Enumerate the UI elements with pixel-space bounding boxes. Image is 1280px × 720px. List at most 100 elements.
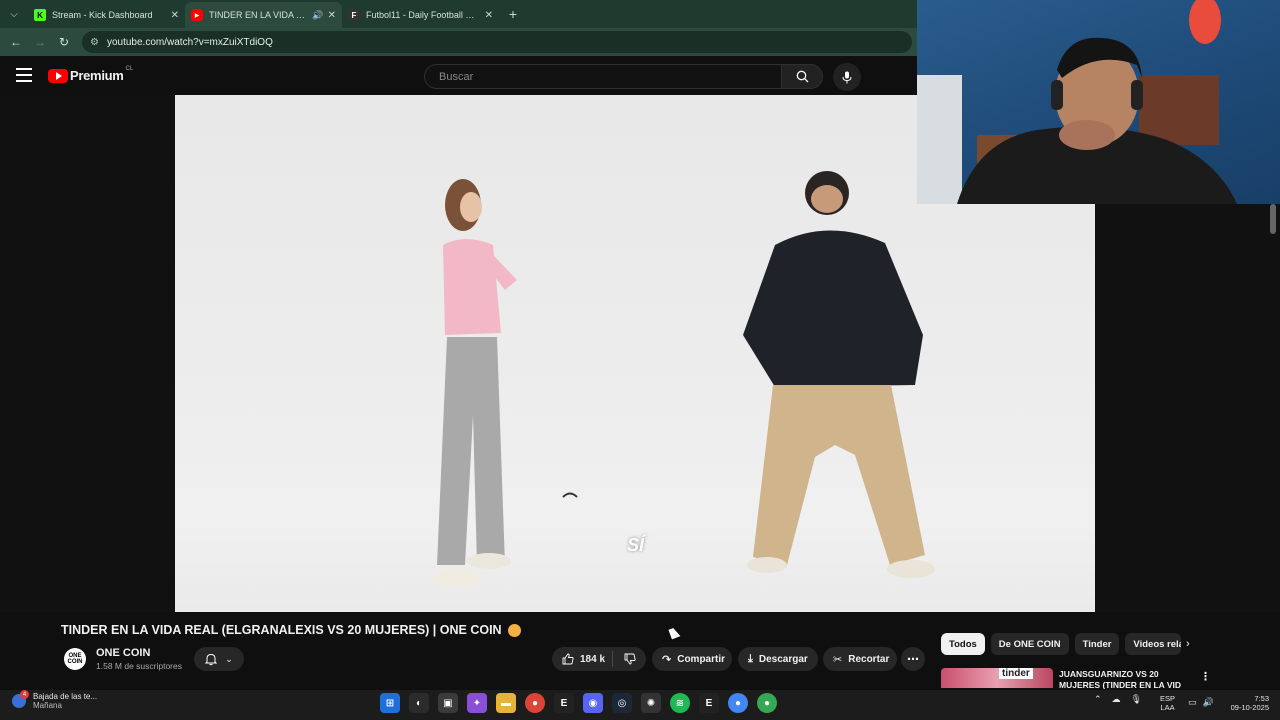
copilot-app-icon[interactable]: ✦ — [467, 693, 487, 713]
tab-kick[interactable]: K Stream - Kick Dashboard ✕ — [28, 2, 185, 28]
related-video-thumbnail[interactable]: tinder — [941, 668, 1053, 688]
channel-name[interactable]: ONE COIN — [96, 647, 150, 659]
subscription-bell-button[interactable]: ⌄ — [194, 647, 244, 671]
system-tray: ⌃ ☁ 🎙 — [1094, 694, 1142, 705]
more-actions-button[interactable]: ⋯ — [901, 647, 925, 671]
subscriber-count: 1.58 M de suscriptores — [96, 661, 182, 671]
url-bar[interactable]: ⚙ youtube.com/watch?v=mxZuiXTdiOQ — [82, 31, 912, 53]
new-tab-button[interactable]: + — [499, 6, 527, 22]
like-button[interactable]: 184 k — [552, 653, 612, 665]
coin-emoji-icon — [507, 623, 521, 637]
microphone-tray-icon[interactable]: 🎙 — [1131, 694, 1142, 705]
task-view-icon[interactable]: ▣ — [438, 693, 458, 713]
youtube-logo[interactable]: Premium CL — [48, 66, 133, 83]
webcam-overlay — [917, 0, 1280, 204]
tab-title: Futbol11 - Daily Football Game — [366, 10, 481, 20]
bell-icon — [205, 653, 218, 665]
volume-icon: 🔊 — [1202, 697, 1214, 707]
voice-search-button[interactable] — [833, 63, 861, 91]
tab-search-icon[interactable]: ⌵ — [0, 0, 28, 28]
file-explorer-icon[interactable]: ▬ — [496, 693, 516, 713]
video-title: TINDER EN LA VIDA REAL (ELGRANALEXIS VS … — [61, 623, 521, 637]
page-scrollbar[interactable] — [1270, 204, 1276, 234]
close-tab-icon[interactable]: ✕ — [485, 10, 493, 21]
share-icon: ↷ — [662, 653, 672, 666]
epic-launcher-icon[interactable]: E — [699, 693, 719, 713]
brand-label: Premium — [70, 68, 124, 83]
futbol11-favicon-icon: F — [348, 9, 360, 21]
thumbs-down-icon — [624, 653, 636, 665]
tab-title: TINDER EN LA VIDA REAL (E — [209, 10, 310, 20]
site-info-icon[interactable]: ⚙ — [90, 37, 99, 48]
clock[interactable]: 7:53 09-10-2025 — [1225, 694, 1269, 712]
dislike-button[interactable] — [613, 653, 646, 665]
chip-label: Todos — [949, 638, 977, 650]
chevron-right-icon[interactable]: › — [1186, 638, 1190, 650]
channel-avatar[interactable]: ONE COIN — [64, 648, 86, 670]
discord-icon[interactable]: ◉ — [583, 693, 603, 713]
more-horizontal-icon: ⋯ — [907, 652, 919, 666]
chrome-profile-icon[interactable]: ● — [757, 693, 777, 713]
chevron-down-icon: ⌄ — [225, 653, 233, 664]
video-title-text: TINDER EN LA VIDA REAL (ELGRANALEXIS VS … — [61, 623, 502, 637]
chevron-up-icon[interactable]: ⌃ — [1094, 694, 1102, 705]
reload-icon[interactable]: ↻ — [52, 35, 76, 49]
clip-button[interactable]: ✂ Recortar — [823, 647, 897, 671]
youtube-play-icon — [48, 68, 68, 83]
address-toolbar: ← → ↻ ⚙ youtube.com/watch?v=mxZuiXTdiOQ — [0, 28, 917, 56]
search-placeholder: Buscar — [439, 70, 474, 83]
close-tab-icon[interactable]: ✕ — [171, 10, 179, 21]
download-icon: ⤓ — [748, 652, 753, 665]
share-label: Compartir — [677, 653, 726, 665]
browser-tabbar: ⌵ K Stream - Kick Dashboard ✕ ▶ TINDER E… — [0, 0, 917, 28]
tab-youtube[interactable]: ▶ TINDER EN LA VIDA REAL (E 🔊 ✕ — [185, 2, 342, 28]
weather-title: Bajada de las te... — [33, 692, 98, 701]
language-indicator[interactable]: ESP LAA — [1160, 694, 1175, 712]
keyboard-layout: LAA — [1160, 703, 1175, 712]
menu-icon[interactable] — [16, 68, 32, 82]
copilot-icon[interactable]: ◐ — [409, 693, 429, 713]
chip-from-channel[interactable]: De ONE COIN — [990, 633, 1069, 655]
chrome-active-icon[interactable]: ● — [728, 693, 748, 713]
download-button[interactable]: ⤓ Descargar — [738, 647, 818, 671]
youtube-favicon-icon: ▶ — [191, 9, 203, 21]
chip-label: De ONE COIN — [998, 638, 1061, 650]
weather-widget[interactable]: 4 Bajada de las te... Mañana — [12, 690, 98, 710]
windows-start-icon[interactable]: ⊞ — [380, 693, 400, 713]
steam-icon[interactable]: ◎ — [612, 693, 632, 713]
chip-tinder[interactable]: Tinder — [1074, 633, 1120, 655]
download-label: Descargar — [758, 653, 808, 665]
chip-label: Tinder — [1082, 638, 1112, 650]
url-text: youtube.com/watch?v=mxZuiXTdiOQ — [106, 36, 273, 48]
tab-futbol11[interactable]: F Futbol11 - Daily Football Game ✕ — [342, 2, 499, 28]
related-more-vertical-icon[interactable]: ⋮ — [1200, 670, 1211, 683]
thumbs-up-icon — [562, 653, 574, 665]
chrome-icon[interactable]: ● — [525, 693, 545, 713]
clock-date: 09-10-2025 — [1230, 703, 1269, 712]
back-arrow-icon[interactable]: ← — [4, 35, 28, 49]
epic-games-icon[interactable]: E — [554, 693, 574, 713]
thumbnail-text: tinder — [999, 668, 1033, 679]
related-filter-chips: Todos De ONE COIN Tinder Videos relac — [941, 633, 1182, 655]
like-dislike-group: 184 k — [552, 647, 646, 671]
search-button[interactable] — [781, 64, 823, 89]
forward-arrow-icon[interactable]: → — [28, 35, 52, 49]
search-input[interactable]: Buscar — [424, 64, 782, 89]
clip-label: Recortar — [848, 653, 890, 665]
like-count: 184 k — [580, 653, 606, 665]
onedrive-icon[interactable]: ☁ — [1112, 694, 1121, 705]
share-button[interactable]: ↷ Compartir — [652, 647, 732, 671]
notification-badge: 4 — [20, 690, 29, 699]
clock-time: 7:53 — [1254, 694, 1269, 703]
close-tab-icon[interactable]: ✕ — [328, 10, 336, 21]
speaker-icon[interactable]: 🔊 — [312, 10, 323, 21]
network-volume-tray[interactable]: ▭ 🔊 — [1188, 697, 1214, 708]
chip-all[interactable]: Todos — [941, 633, 985, 655]
related-video-title[interactable]: JUANSGUARNIZO VS 20 MUJERES (TINDER EN L… — [1059, 669, 1189, 689]
app-icon[interactable]: ✺ — [641, 693, 661, 713]
chip-related[interactable]: Videos relac — [1125, 633, 1182, 655]
weather-subtitle: Mañana — [33, 701, 62, 710]
tab-title: Stream - Kick Dashboard — [52, 10, 153, 20]
webcam-scene — [917, 0, 1237, 204]
spotify-icon[interactable]: ≋ — [670, 693, 690, 713]
